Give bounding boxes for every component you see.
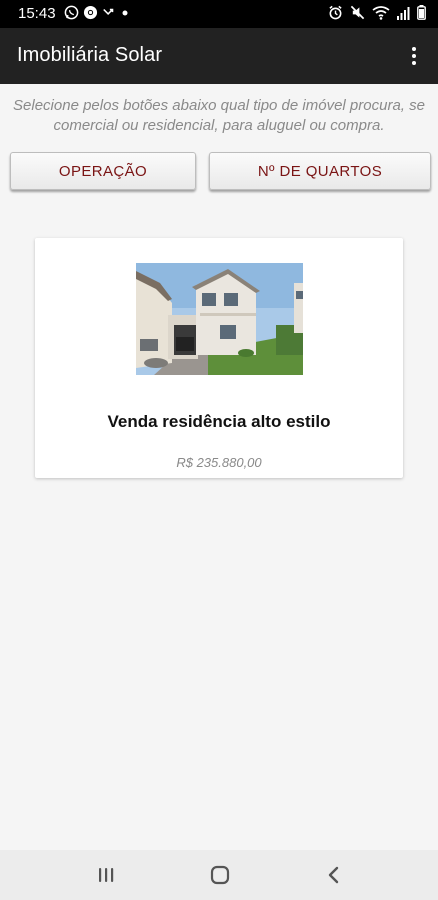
operation-button[interactable]: OPERAÇÃO bbox=[10, 152, 196, 190]
status-time: 15:43 bbox=[18, 5, 56, 22]
alarm-icon bbox=[328, 5, 343, 20]
navigation-bar bbox=[0, 850, 438, 900]
instructions-text: Selecione pelos botões abaixo qual tipo … bbox=[13, 97, 425, 134]
listing-price: R$ 235.880,00 bbox=[176, 455, 262, 470]
chrome-icon bbox=[83, 5, 98, 20]
listing-card[interactable]: Venda residência alto estilo R$ 235.880,… bbox=[35, 238, 403, 478]
dot-icon bbox=[120, 6, 130, 20]
recent-apps-icon[interactable] bbox=[94, 863, 118, 887]
signal-icon bbox=[397, 6, 410, 20]
status-notification-icons bbox=[64, 5, 130, 20]
status-bar: 15:43 bbox=[0, 0, 438, 28]
listing-title: Venda residência alto estilo bbox=[107, 412, 331, 431]
rooms-button[interactable]: Nº DE QUARTOS bbox=[209, 152, 431, 190]
app-bar: Imobiliária Solar bbox=[0, 28, 438, 84]
wifi-icon bbox=[372, 5, 390, 20]
listing-photo[interactable] bbox=[136, 263, 303, 375]
back-icon[interactable] bbox=[322, 863, 346, 887]
mute-icon bbox=[350, 5, 365, 20]
missed-call-icon bbox=[102, 6, 116, 20]
app-title: Imobiliária Solar bbox=[17, 44, 163, 66]
status-system-icons bbox=[328, 5, 426, 20]
home-icon[interactable] bbox=[208, 863, 232, 887]
battery-icon bbox=[417, 5, 426, 20]
overflow-menu-icon[interactable] bbox=[400, 42, 428, 70]
whatsapp-icon bbox=[64, 5, 79, 20]
